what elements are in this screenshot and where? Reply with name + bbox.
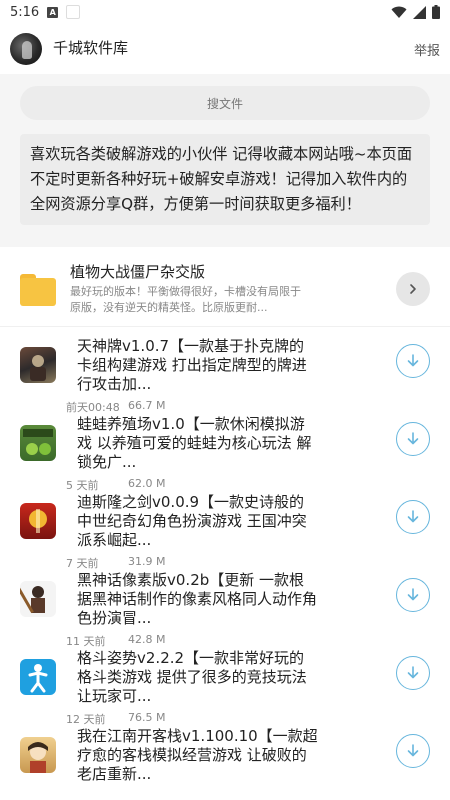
inn-icon (20, 737, 56, 773)
notice-text: 喜欢玩各类破解游戏的小伙伴 记得收藏本网站哦~本页面不定时更新各种好玩+破解安卓… (20, 134, 430, 225)
status-time: 5:16 (10, 4, 40, 20)
download-button[interactable] (396, 422, 430, 456)
list-item[interactable]: 天神牌v1.0.7【一款基于扑克牌的卡组构建游戏 打出指定牌型的牌进行攻击加..… (20, 327, 430, 414)
battery-icon (432, 5, 440, 19)
notice-section: 喜欢玩各类破解游戏的小伙伴 记得收藏本网站哦~本页面不定时更新各种好玩+破解安卓… (0, 126, 450, 247)
app-title: 迪斯隆之剑v0.0.9【一款史诗般的中世纪奇幻角色扮演游戏 王国冲突派系崛起..… (77, 493, 307, 550)
frog-farm-icon (20, 425, 56, 461)
status-bar: 5:16 A (0, 0, 450, 24)
folder-icon (20, 272, 56, 306)
app-list: 天神牌v1.0.7【一款基于扑克牌的卡组构建游戏 打出指定牌型的牌进行攻击加..… (0, 327, 450, 795)
download-icon (407, 744, 419, 757)
black-myth-icon (20, 581, 56, 617)
list-item[interactable]: 迪斯隆之剑v0.0.9【一款史诗般的中世纪奇幻角色扮演游戏 王国冲突派系崛起..… (20, 483, 430, 570)
folder-title: 植物大战僵尸杂交版 (70, 262, 206, 281)
report-button[interactable]: 举报 (414, 40, 440, 59)
app-title: 我在江南开客栈v1.100.10【一款超疗愈的客栈模拟经营游戏 让破败的老店重新… (77, 727, 318, 784)
app-title: 格斗姿势v2.2.2【一款非常好玩的格斗类游戏 提供了很多的竞技玩法让玩家可..… (77, 649, 307, 706)
tianshen-icon (20, 347, 56, 383)
app-title: 黑神话像素版v0.2b【更新 一款根据黑神话制作的像素风格同人动作角色扮演冒..… (77, 571, 318, 628)
download-icon (407, 666, 419, 679)
list-item[interactable]: 蛙蛙养殖场v1.0【一款休闲模拟游戏 以养殖可爱的蛙蛙为核心玩法 解锁免广...… (20, 405, 430, 492)
sword-icon (20, 503, 56, 539)
page-title: 千城软件库 (53, 39, 129, 58)
app-title: 天神牌v1.0.7【一款基于扑克牌的卡组构建游戏 打出指定牌型的牌进行攻击加..… (77, 337, 307, 394)
download-button[interactable] (396, 656, 430, 690)
fight-pose-icon (20, 659, 56, 695)
download-button[interactable] (396, 578, 430, 612)
signal-icon (413, 5, 426, 19)
app-title: 蛙蛙养殖场v1.0【一款休闲模拟游戏 以养殖可爱的蛙蛙为核心玩法 解锁免广... (77, 415, 312, 472)
download-icon (407, 510, 419, 523)
wifi-icon (391, 6, 407, 18)
open-folder-button[interactable] (396, 271, 430, 306)
folder-description: 最好玩的版本！平衡做得很好，卡槽没有局限于原版，没有逆天的精英怪。比原版更耐..… (70, 284, 301, 314)
list-item[interactable]: 我在江南开客栈v1.100.10【一款超疗愈的客栈模拟经营游戏 让破败的老店重新… (20, 717, 430, 795)
list-item[interactable]: 黑神话像素版v0.2b【更新 一款根据黑神话制作的像素风格同人动作角色扮演冒..… (20, 561, 430, 648)
notification-placeholder-icon (66, 5, 81, 19)
download-icon (407, 588, 419, 601)
download-button[interactable] (396, 344, 430, 378)
download-button[interactable] (396, 734, 430, 768)
download-icon (407, 432, 419, 445)
app-header: 千城软件库 举报 (0, 24, 450, 74)
search-area: 搜文件 (0, 74, 450, 126)
download-icon (407, 354, 419, 367)
list-item[interactable]: 格斗姿势v2.2.2【一款非常好玩的格斗类游戏 提供了很多的竞技玩法让玩家可..… (20, 639, 430, 726)
search-input[interactable]: 搜文件 (20, 86, 430, 120)
notification-icon: A (47, 6, 59, 18)
avatar[interactable] (10, 33, 42, 65)
download-button[interactable] (396, 500, 430, 534)
folder-item[interactable]: 植物大战僵尸杂交版 最好玩的版本！平衡做得很好，卡槽没有局限于原版，没有逆天的精… (0, 247, 450, 327)
chevron-right-icon (410, 283, 416, 294)
